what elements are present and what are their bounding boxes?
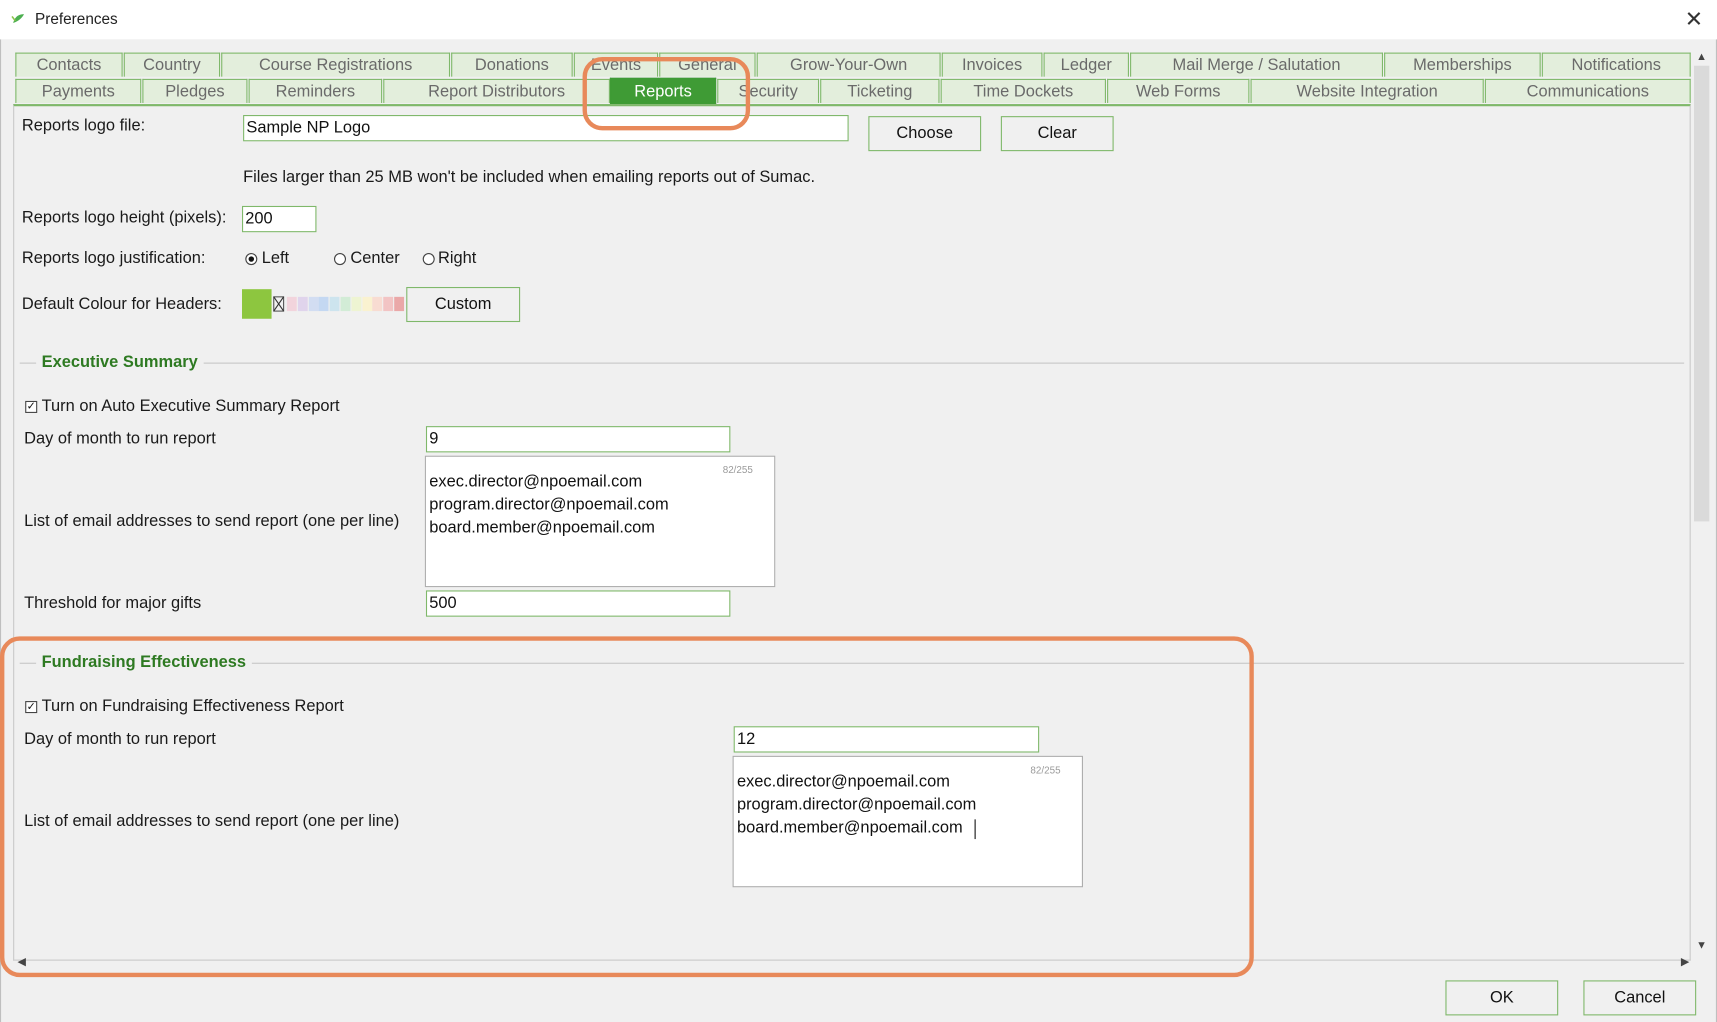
tab-web-forms[interactable]: Web Forms	[1107, 78, 1250, 103]
cancel-button[interactable]: Cancel	[1583, 980, 1697, 1016]
palette-swatch[interactable]	[362, 296, 372, 312]
ok-button[interactable]: OK	[1445, 980, 1559, 1016]
tab-invoices[interactable]: Invoices	[941, 52, 1043, 77]
justify-right-radio[interactable]	[422, 253, 435, 266]
justify-center-radio[interactable]	[333, 253, 347, 266]
tab-grow-your-own[interactable]: Grow-Your-Own	[756, 52, 941, 77]
palette-swatch[interactable]	[394, 296, 405, 312]
header-colour-label: Default Colour for Headers:	[21, 294, 222, 314]
palette-swatch[interactable]	[319, 296, 329, 312]
threshold-input[interactable]: 500	[425, 590, 731, 617]
selected-colour-swatch[interactable]	[241, 289, 272, 319]
preferences-window: Preferences ✕ Contacts Country Course Re…	[0, 0, 1717, 1022]
close-icon[interactable]: ✕	[1679, 4, 1710, 35]
custom-colour-button[interactable]: Custom	[406, 286, 521, 323]
no-colour-icon[interactable]	[273, 296, 286, 314]
exec-day-label: Day of month to run report	[24, 429, 216, 449]
logo-height-label: Reports logo height (pixels):	[21, 208, 227, 227]
palette-swatch[interactable]	[297, 296, 308, 312]
tab-communications[interactable]: Communications	[1484, 78, 1691, 103]
tab-notifications[interactable]: Notifications	[1541, 52, 1691, 77]
choose-button[interactable]: Choose	[868, 116, 982, 152]
reports-tab-highlight	[582, 56, 751, 131]
vertical-scroll-thumb[interactable]	[1693, 65, 1710, 522]
executive-summary-title: Executive Summary	[36, 352, 204, 372]
palette-swatch[interactable]	[340, 296, 351, 312]
tab-website-integration[interactable]: Website Integration	[1250, 78, 1484, 103]
logo-size-note: Files larger than 25 MB won't be include…	[243, 167, 816, 187]
logo-height-input[interactable]: 200	[241, 205, 317, 233]
justify-center-label: Center	[350, 248, 400, 268]
fundraising-section-highlight	[0, 636, 1254, 978]
exec-emails-textarea[interactable]: 82/255 exec.director@npoemail.com progra…	[424, 455, 776, 588]
palette-swatch[interactable]	[308, 296, 319, 312]
exec-day-input[interactable]: 9	[425, 426, 731, 453]
exec-email-line: exec.director@npoemail.com	[429, 472, 643, 491]
justify-left-label: Left	[261, 248, 290, 268]
logo-file-label: Reports logo file:	[21, 116, 146, 135]
logo-file-input[interactable]: Sample NP Logo	[243, 115, 849, 142]
tab-country[interactable]: Country	[123, 52, 221, 77]
exec-emails-counter: 82/255	[722, 464, 753, 476]
tab-ticketing[interactable]: Ticketing	[820, 78, 940, 103]
radio-selected-dot	[248, 256, 255, 262]
exec-emails-label: List of email addresses to send report (…	[24, 511, 400, 531]
app-leaf-icon	[11, 14, 25, 24]
tab-memberships[interactable]: Memberships	[1384, 52, 1541, 77]
justify-right-label: Right	[438, 248, 477, 268]
scroll-down-icon[interactable]: ▼	[1696, 940, 1707, 952]
clear-button[interactable]: Clear	[1000, 116, 1114, 152]
palette-swatch[interactable]	[351, 296, 362, 312]
palette-swatch[interactable]	[372, 296, 383, 312]
tab-contacts[interactable]: Contacts	[15, 52, 123, 77]
tab-payments[interactable]: Payments	[15, 78, 142, 103]
tab-mail-merge[interactable]: Mail Merge / Salutation	[1130, 52, 1384, 77]
executive-summary-divider	[19, 362, 1685, 364]
exec-email-line: program.director@npoemail.com	[429, 495, 669, 514]
justify-left-radio[interactable]	[245, 253, 258, 266]
executive-summary-toggle-label: Turn on Auto Executive Summary Report	[41, 396, 340, 416]
tab-report-distributors[interactable]: Report Distributors	[383, 78, 610, 103]
tab-donations[interactable]: Donations	[451, 52, 573, 77]
logo-justification-label: Reports logo justification:	[21, 248, 206, 268]
window-title: Preferences	[35, 9, 118, 28]
tab-pledges[interactable]: Pledges	[142, 78, 248, 103]
scroll-right-icon[interactable]: ▶	[1681, 956, 1689, 968]
palette-swatch[interactable]	[329, 296, 340, 312]
executive-summary-checkbox[interactable]: ✓	[25, 400, 38, 413]
tab-reminders[interactable]: Reminders	[248, 78, 383, 103]
palette-swatch[interactable]	[383, 296, 394, 312]
tab-ledger[interactable]: Ledger	[1043, 52, 1129, 77]
scroll-up-icon[interactable]: ▲	[1696, 51, 1707, 63]
palette-swatch[interactable]	[286, 296, 297, 312]
tab-time-dockets[interactable]: Time Dockets	[940, 78, 1106, 103]
tab-course-registrations[interactable]: Course Registrations	[221, 52, 451, 77]
threshold-label: Threshold for major gifts	[24, 593, 202, 613]
exec-email-line: board.member@npoemail.com	[429, 518, 655, 537]
title-bar	[0, 0, 1717, 41]
